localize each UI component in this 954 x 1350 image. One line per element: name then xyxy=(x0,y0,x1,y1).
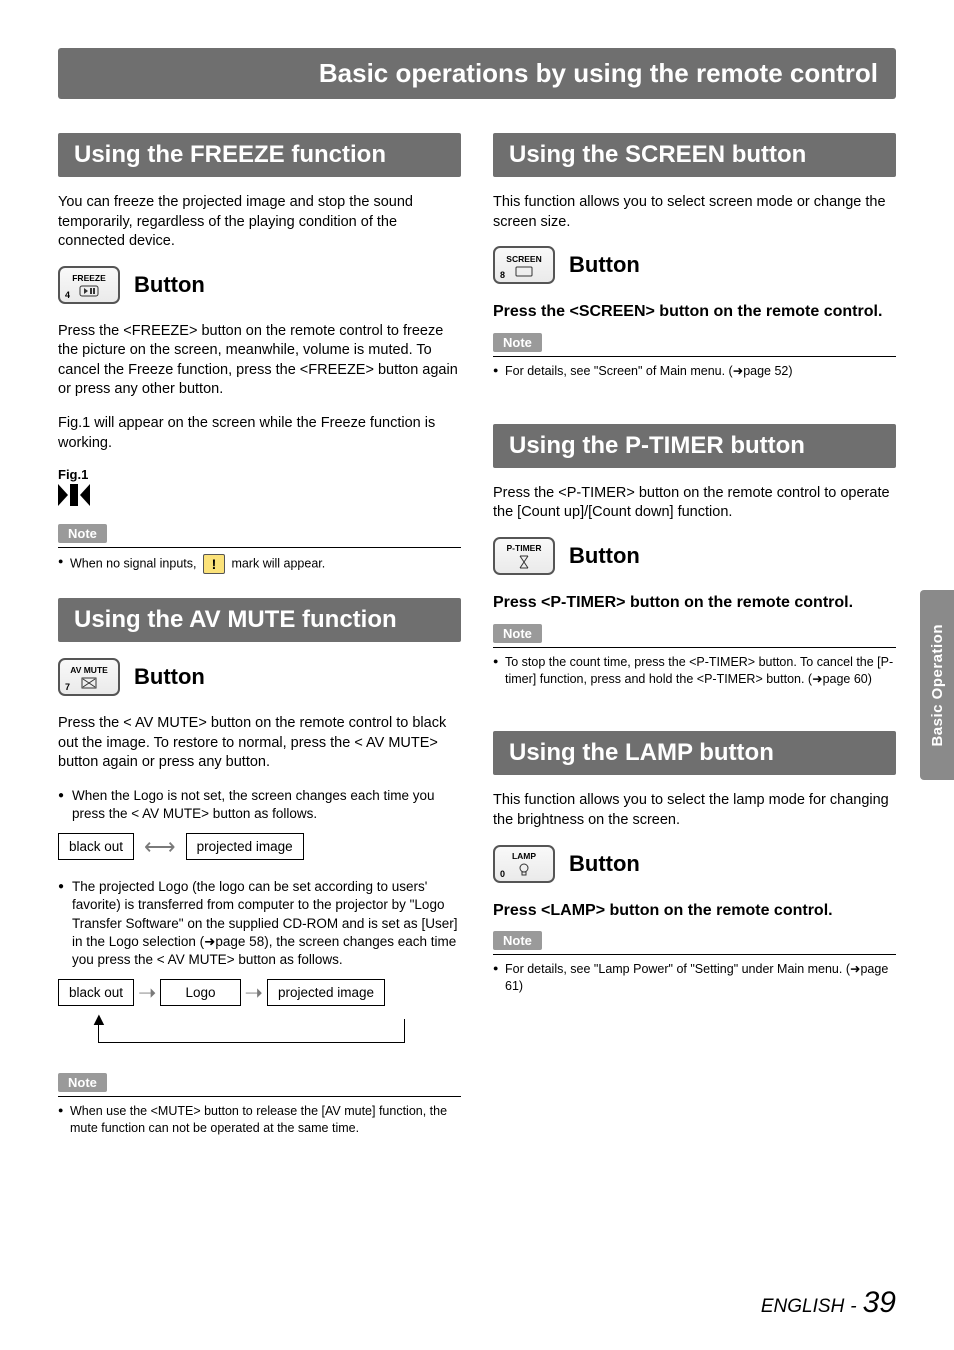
section-heading-ptimer: Using the P-TIMER button xyxy=(493,424,896,468)
flow3-box-blackout: black out xyxy=(58,979,134,1006)
screen-btn-number: 8 xyxy=(500,270,505,280)
note-tag: Note xyxy=(58,524,107,543)
section-heading-freeze: Using the FREEZE function xyxy=(58,133,461,177)
fig1-label: Fig.1 xyxy=(58,467,461,482)
av-mute-button-icon: AV MUTE 7 xyxy=(58,658,120,696)
screen-note1: For details, see "Screen" of Main menu. … xyxy=(493,363,896,380)
content-columns: Using the FREEZE function You can freeze… xyxy=(58,123,896,1141)
freeze-mark-icon xyxy=(58,484,461,510)
note-tag: Note xyxy=(493,624,542,643)
left-column: Using the FREEZE function You can freeze… xyxy=(58,123,461,1141)
ptimer-button-text: Button xyxy=(569,543,640,569)
ptimer-intro: Press the <P-TIMER> button on the remote… xyxy=(493,484,896,523)
freeze-body1: Press the <FREEZE> button on the remote … xyxy=(58,322,461,400)
screen-instr: Press the <SCREEN> button on the remote … xyxy=(493,302,896,323)
page-title-bar: Basic operations by using the remote con… xyxy=(58,48,896,99)
hourglass-icon xyxy=(518,555,530,569)
ptimer-instr: Press <P-TIMER> button on the remote con… xyxy=(493,593,896,614)
avmute-flow2: black out ⟷ projected image xyxy=(58,833,461,860)
section-heading-avmute: Using the AV MUTE function xyxy=(58,598,461,642)
freeze-intro: You can freeze the projected image and s… xyxy=(58,193,461,252)
lamp-note-block: Note For details, see "Lamp Power" of "S… xyxy=(493,931,896,995)
double-arrow-icon: ⟷ xyxy=(144,834,176,860)
freeze-btn-number: 4 xyxy=(65,290,70,300)
note-divider xyxy=(58,547,461,548)
note-tag: Note xyxy=(493,333,542,352)
flow-box-projected: projected image xyxy=(186,833,304,860)
footer-language: ENGLISH xyxy=(761,1296,844,1318)
section-heading-screen: Using the SCREEN button xyxy=(493,133,896,177)
note-divider xyxy=(58,1096,461,1097)
freeze-note-block: Note When no signal inputs, ! mark will … xyxy=(58,524,461,574)
note-tag: Note xyxy=(493,931,542,950)
freeze-note: When no signal inputs, ! mark will appea… xyxy=(58,554,461,574)
footer-separator: - xyxy=(850,1296,856,1318)
note-tag: Note xyxy=(58,1073,107,1092)
page: Basic operations by using the remote con… xyxy=(0,0,954,1350)
ptimer-btn-label: P-TIMER xyxy=(507,543,542,553)
screen-button-text: Button xyxy=(569,252,640,278)
screen-btn-label: SCREEN xyxy=(506,254,541,264)
avmute-body1: Press the < AV MUTE> button on the remot… xyxy=(58,714,461,773)
loop-line xyxy=(98,1019,405,1043)
screen-button-row: SCREEN 8 Button xyxy=(493,246,896,284)
flow-box-blackout: black out xyxy=(58,833,134,860)
lamp-btn-number: 0 xyxy=(500,869,505,879)
right-arrow-icon: ➝ xyxy=(245,980,263,1006)
freeze-button-text: Button xyxy=(134,272,205,298)
screen-rect-icon xyxy=(515,266,533,277)
up-arrow-icon: ▲ xyxy=(90,1009,108,1030)
note-divider xyxy=(493,647,896,648)
freeze-button-row: FREEZE 4 Button xyxy=(58,266,461,304)
lamp-instr: Press <LAMP> button on the remote contro… xyxy=(493,901,896,922)
right-arrow-icon: ➝ xyxy=(138,980,156,1006)
lamp-intro: This function allows you to select the l… xyxy=(493,791,896,830)
freeze-note-pre: When no signal inputs, xyxy=(70,556,196,570)
footer-page-number: 39 xyxy=(863,1286,896,1320)
mute-icon xyxy=(81,677,97,689)
freeze-body2: Fig.1 will appear on the screen while th… xyxy=(58,414,461,453)
avmute-flow3: black out ➝ Logo ➝ projected image ▲ xyxy=(58,979,461,1059)
exclamation-icon: ! xyxy=(203,554,225,574)
avmute-button-row: AV MUTE 7 Button xyxy=(58,658,461,696)
page-footer: ENGLISH - 39 xyxy=(761,1286,896,1320)
freeze-button-icon: FREEZE 4 xyxy=(58,266,120,304)
ptimer-button-icon: P-TIMER xyxy=(493,537,555,575)
avmute-btn-number: 7 xyxy=(65,682,70,692)
freeze-btn-label: FREEZE xyxy=(72,273,106,283)
avmute-bullet1: When the Logo is not set, the screen cha… xyxy=(58,787,461,823)
screen-button-icon: SCREEN 8 xyxy=(493,246,555,284)
bulb-icon xyxy=(518,863,530,877)
ptimer-button-row: P-TIMER Button xyxy=(493,537,896,575)
flow3-box-projected: projected image xyxy=(267,979,385,1006)
pause-play-icon xyxy=(79,285,99,297)
avmute-note-block: Note When use the <MUTE> button to relea… xyxy=(58,1073,461,1137)
screen-intro: This function allows you to select scree… xyxy=(493,193,896,232)
right-column: Using the SCREEN button This function al… xyxy=(493,123,896,1141)
section-heading-lamp: Using the LAMP button xyxy=(493,731,896,775)
note-divider xyxy=(493,954,896,955)
ptimer-note-block: Note To stop the count time, press the <… xyxy=(493,624,896,688)
avmute-btn-label: AV MUTE xyxy=(70,665,108,675)
lamp-button-text: Button xyxy=(569,851,640,877)
avmute-bullet2: The projected Logo (the logo can be set … xyxy=(58,878,461,969)
ptimer-note1: To stop the count time, press the <P-TIM… xyxy=(493,654,896,688)
avmute-note1: When use the <MUTE> button to release th… xyxy=(58,1103,461,1137)
flow3-box-logo: Logo xyxy=(160,979,240,1006)
note-divider xyxy=(493,356,896,357)
lamp-btn-label: LAMP xyxy=(512,851,536,861)
side-tab: Basic Operation xyxy=(920,590,954,780)
avmute-button-text: Button xyxy=(134,664,205,690)
freeze-note-post: mark will appear. xyxy=(231,556,325,570)
lamp-button-icon: LAMP 0 xyxy=(493,845,555,883)
side-tab-label: Basic Operation xyxy=(929,624,946,747)
screen-note-block: Note For details, see "Screen" of Main m… xyxy=(493,333,896,380)
lamp-button-row: LAMP 0 Button xyxy=(493,845,896,883)
lamp-note1: For details, see "Lamp Power" of "Settin… xyxy=(493,961,896,995)
